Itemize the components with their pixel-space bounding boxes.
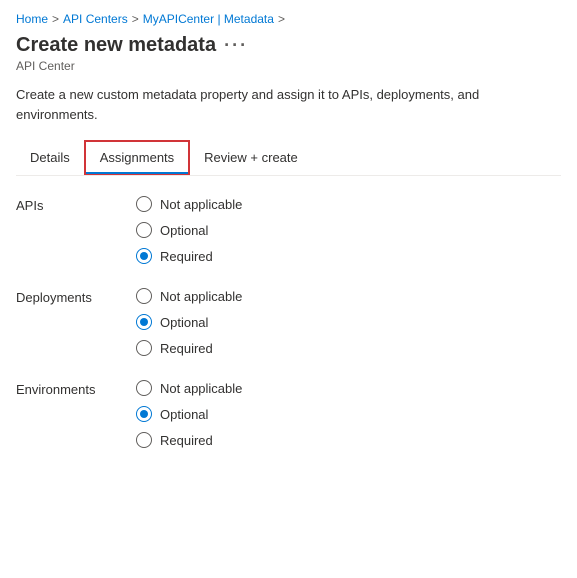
tab-bar: Details Assignments Review + create bbox=[16, 140, 561, 176]
tab-review[interactable]: Review + create bbox=[190, 142, 312, 173]
environments-optional-option[interactable]: Optional bbox=[136, 406, 242, 422]
deployments-not-applicable-radio[interactable] bbox=[136, 288, 152, 304]
deployments-optional-label: Optional bbox=[160, 315, 208, 330]
page-title: Create new metadata bbox=[16, 34, 216, 57]
environments-not-applicable-radio[interactable] bbox=[136, 380, 152, 396]
breadcrumb-my-api-center[interactable]: MyAPICenter | Metadata bbox=[143, 12, 274, 26]
breadcrumb-home[interactable]: Home bbox=[16, 12, 48, 26]
environments-required-label: Required bbox=[160, 433, 213, 448]
apis-label: APIs bbox=[16, 196, 136, 264]
deployments-label: Deployments bbox=[16, 288, 136, 356]
apis-required-option[interactable]: Required bbox=[136, 248, 242, 264]
deployments-required-label: Required bbox=[160, 341, 213, 356]
environments-label: Environments bbox=[16, 380, 136, 448]
environments-required-option[interactable]: Required bbox=[136, 432, 242, 448]
apis-required-label: Required bbox=[160, 249, 213, 264]
tab-details[interactable]: Details bbox=[16, 142, 84, 173]
tab-assignments[interactable]: Assignments bbox=[84, 140, 190, 175]
apis-not-applicable-radio[interactable] bbox=[136, 196, 152, 212]
apis-radio-group: Not applicable Optional Required bbox=[136, 196, 242, 264]
page-description: Create a new custom metadata property an… bbox=[16, 85, 561, 124]
deployments-not-applicable-label: Not applicable bbox=[160, 289, 242, 304]
deployments-required-radio[interactable] bbox=[136, 340, 152, 356]
deployments-radio-group: Not applicable Optional Required bbox=[136, 288, 242, 356]
environments-section: Environments Not applicable Optional Req… bbox=[16, 380, 561, 448]
environments-optional-radio[interactable] bbox=[136, 406, 152, 422]
deployments-required-option[interactable]: Required bbox=[136, 340, 242, 356]
page-header: Create new metadata ··· bbox=[16, 34, 561, 57]
apis-section: APIs Not applicable Optional Required bbox=[16, 196, 561, 264]
apis-optional-label: Optional bbox=[160, 223, 208, 238]
apis-required-radio[interactable] bbox=[136, 248, 152, 264]
environments-not-applicable-label: Not applicable bbox=[160, 381, 242, 396]
apis-optional-option[interactable]: Optional bbox=[136, 222, 242, 238]
environments-optional-label: Optional bbox=[160, 407, 208, 422]
deployments-optional-option[interactable]: Optional bbox=[136, 314, 242, 330]
deployments-optional-radio[interactable] bbox=[136, 314, 152, 330]
deployments-not-applicable-option[interactable]: Not applicable bbox=[136, 288, 242, 304]
breadcrumb: Home > API Centers > MyAPICenter | Metad… bbox=[16, 12, 561, 26]
environments-radio-group: Not applicable Optional Required bbox=[136, 380, 242, 448]
breadcrumb-api-centers[interactable]: API Centers bbox=[63, 12, 128, 26]
deployments-section: Deployments Not applicable Optional Requ… bbox=[16, 288, 561, 356]
apis-not-applicable-option[interactable]: Not applicable bbox=[136, 196, 242, 212]
environments-not-applicable-option[interactable]: Not applicable bbox=[136, 380, 242, 396]
apis-not-applicable-label: Not applicable bbox=[160, 197, 242, 212]
page-subtitle: API Center bbox=[16, 59, 561, 73]
more-options-icon[interactable]: ··· bbox=[224, 35, 248, 56]
apis-optional-radio[interactable] bbox=[136, 222, 152, 238]
environments-required-radio[interactable] bbox=[136, 432, 152, 448]
